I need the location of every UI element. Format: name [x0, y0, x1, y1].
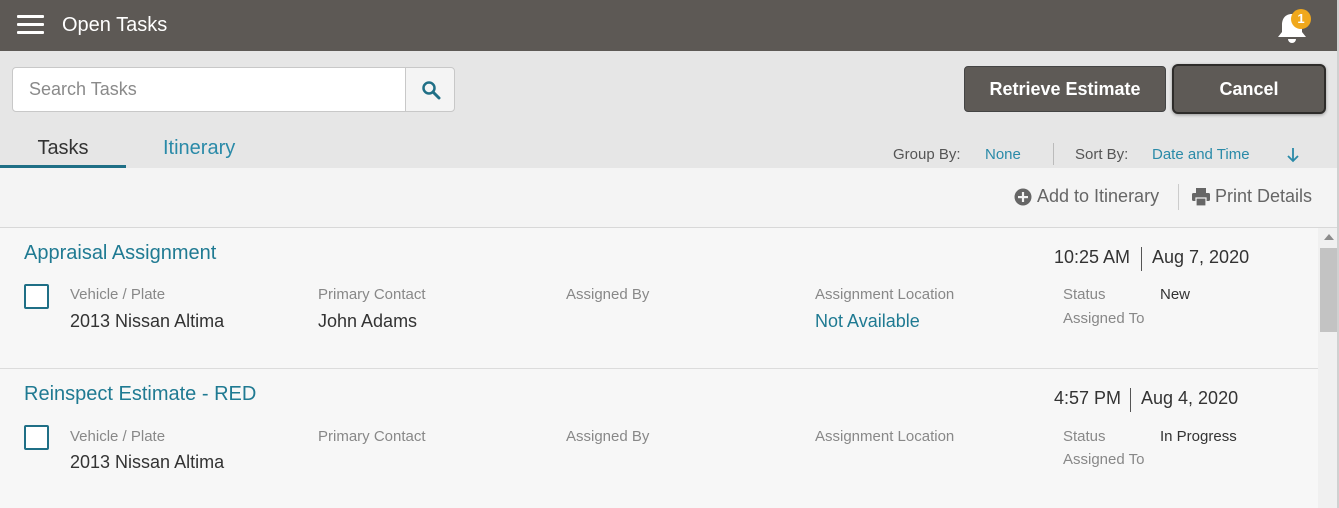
time-divider	[1141, 247, 1142, 271]
primary-contact-value: John Adams	[318, 311, 418, 331]
scroll-thumb[interactable]	[1320, 248, 1337, 332]
task-checkbox[interactable]	[24, 284, 49, 309]
assignment-location-link[interactable]: Not Available	[815, 311, 920, 332]
notifications-button[interactable]: 1	[1272, 8, 1316, 44]
action-divider	[1178, 184, 1179, 210]
assigned-to-label: Assigned To	[1063, 310, 1145, 327]
add-to-itinerary-label: Add to Itinerary	[1037, 186, 1160, 206]
plus-circle-icon	[1014, 188, 1032, 205]
printer-icon	[1192, 187, 1210, 206]
sort-by-select[interactable]: Date and Time	[1152, 146, 1250, 163]
task-card: Appraisal Assignment 10:25 AM Aug 7, 202…	[0, 228, 1318, 369]
task-date: Aug 7, 2020	[1152, 247, 1250, 267]
task-list: Appraisal Assignment 10:25 AM Aug 7, 202…	[0, 228, 1318, 508]
task-title[interactable]: Reinspect Estimate - RED	[24, 383, 256, 406]
task-title[interactable]: Appraisal Assignment	[24, 242, 216, 265]
status-value: In Progress	[1160, 428, 1237, 445]
assignment-location-label: Assignment Location	[815, 286, 955, 303]
assigned-by-label: Assigned By	[566, 286, 650, 303]
primary-contact-label: Primary Contact	[318, 428, 426, 445]
search-button[interactable]	[405, 67, 455, 112]
assignment-location-label: Assignment Location	[815, 428, 955, 445]
status-label: Status	[1063, 428, 1106, 445]
cancel-button[interactable]: Cancel	[1172, 64, 1326, 114]
scroll-up-arrow[interactable]	[1324, 234, 1334, 240]
vehicle-value: 2013 Nissan Altima	[70, 452, 225, 472]
task-date: Aug 4, 2020	[1141, 388, 1239, 408]
vehicle-label: Vehicle / Plate	[70, 286, 166, 303]
search-input[interactable]	[12, 67, 406, 112]
page-title: Open Tasks	[62, 14, 168, 36]
sort-by-label: Sort By:	[1075, 146, 1129, 163]
time-divider	[1130, 388, 1131, 412]
add-to-itinerary-button[interactable]: Add to Itinerary	[1014, 186, 1159, 207]
task-time: 4:57 PM	[1054, 388, 1122, 408]
search-icon	[422, 81, 441, 100]
vehicle-label: Vehicle / Plate	[70, 428, 166, 445]
assigned-to-label: Assigned To	[1063, 451, 1145, 468]
print-details-button[interactable]: Print Details	[1191, 186, 1312, 207]
action-bar: Add to Itinerary Print Details	[0, 168, 1339, 228]
scrollbar[interactable]	[1318, 228, 1339, 508]
tab-itinerary[interactable]: Itinerary	[163, 137, 235, 160]
toolbar-divider	[1053, 143, 1054, 165]
status-label: Status	[1063, 286, 1106, 303]
task-card: Reinspect Estimate - RED 4:57 PM Aug 4, …	[0, 369, 1318, 508]
menu-icon[interactable]	[17, 15, 44, 36]
retrieve-estimate-button[interactable]: Retrieve Estimate	[964, 66, 1166, 112]
group-by-label: Group By:	[893, 146, 961, 163]
assigned-by-label: Assigned By	[566, 428, 650, 445]
status-value: New	[1160, 286, 1191, 303]
vehicle-value: 2013 Nissan Altima	[70, 311, 225, 331]
notification-count-badge: 1	[1291, 9, 1311, 29]
primary-contact-label: Primary Contact	[318, 286, 426, 303]
app-header: Open Tasks 1	[0, 0, 1339, 51]
task-checkbox[interactable]	[24, 425, 49, 450]
task-time: 10:25 AM	[1054, 247, 1131, 267]
group-by-select[interactable]: None	[985, 146, 1021, 163]
sort-direction-icon[interactable]	[1286, 146, 1300, 164]
tab-tasks[interactable]: Tasks	[0, 137, 126, 168]
print-details-label: Print Details	[1215, 186, 1313, 206]
